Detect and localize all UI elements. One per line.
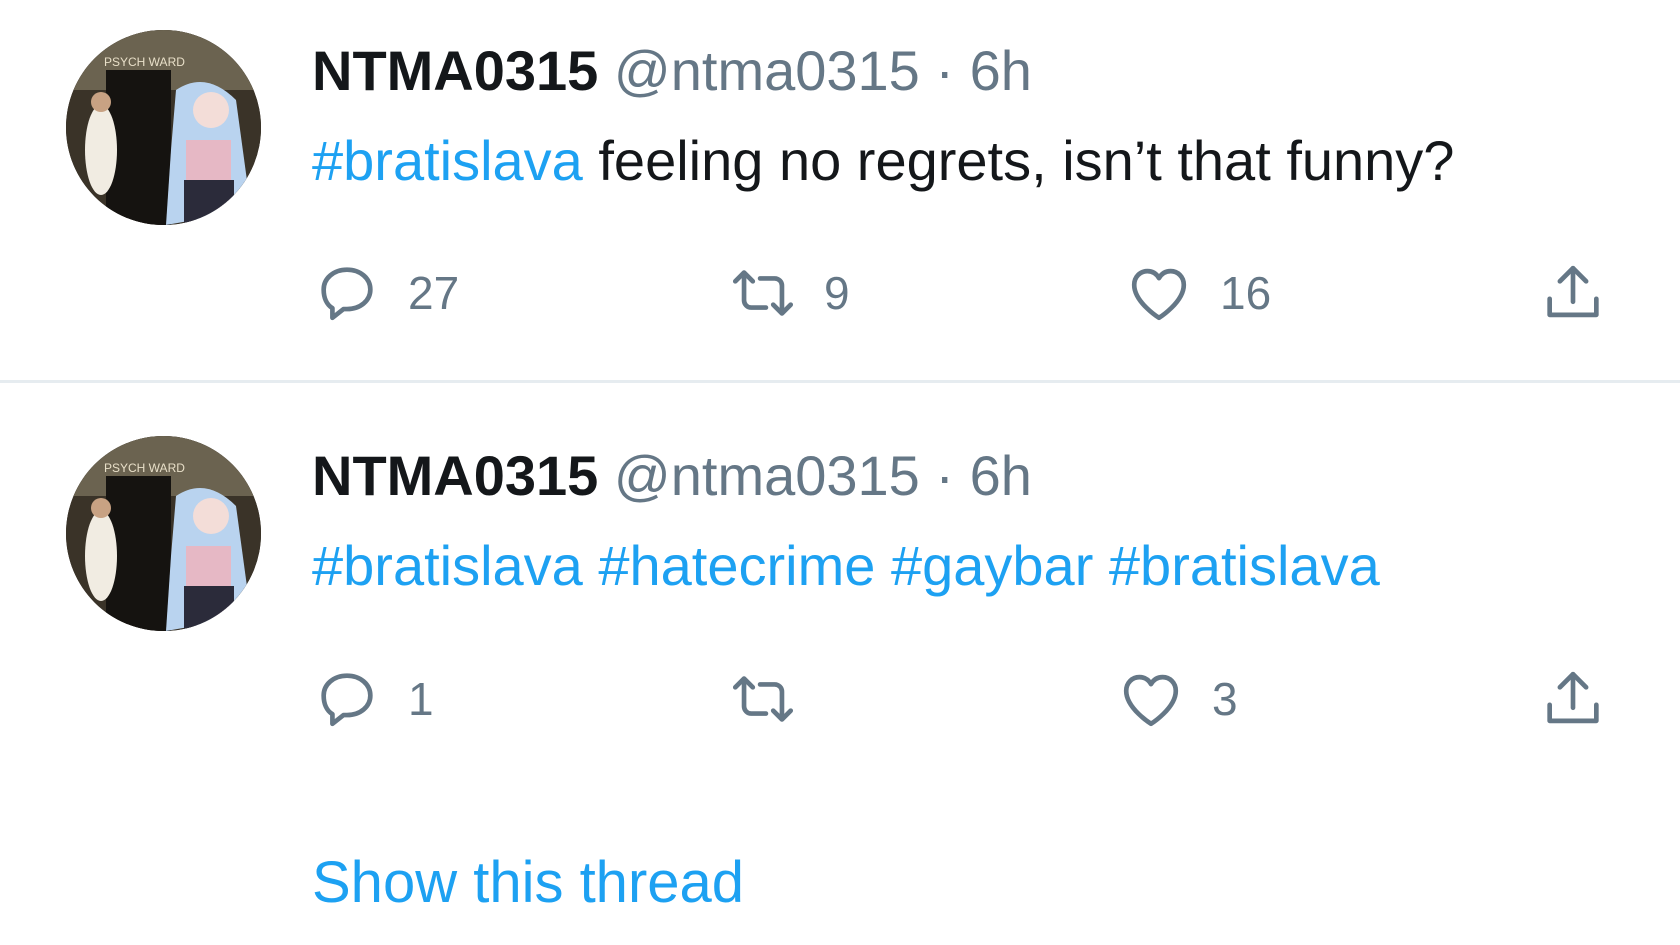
tweet-text: #bratislava feeling no regrets, isn’t th… <box>312 126 1454 196</box>
retweet-button[interactable]: 9 <box>728 258 850 328</box>
show-thread-link[interactable]: Show this thread <box>312 848 744 918</box>
like-icon <box>1124 258 1194 328</box>
share-button[interactable] <box>1538 258 1608 328</box>
tweet-body-text: feeling no regrets, isn’t that funny? <box>582 129 1455 192</box>
separator: · <box>935 444 955 507</box>
like-count: 16 <box>1220 267 1272 319</box>
avatar[interactable]: PSYCH WARD <box>66 436 261 631</box>
hashtag-link[interactable]: #gaybar <box>891 534 1093 597</box>
share-icon <box>1538 258 1608 328</box>
tweet[interactable]: PSYCH WARD NTMA0315 @ntma0315 · 6h #brat… <box>0 384 1680 794</box>
tweet-text: #bratislava #hatecrime #gaybar #bratisla… <box>312 531 1380 601</box>
retweet-icon <box>728 258 798 328</box>
share-button[interactable] <box>1538 664 1608 734</box>
timestamp[interactable]: 6h <box>970 444 1032 507</box>
avatar-sign-text: PSYCH WARD <box>104 55 185 69</box>
share-icon <box>1538 664 1608 734</box>
reply-icon <box>312 258 382 328</box>
like-button[interactable]: 3 <box>1116 664 1238 734</box>
like-icon <box>1116 664 1186 734</box>
hashtag-link[interactable]: #bratislava <box>312 129 583 192</box>
hashtag-link[interactable]: #hatecrime <box>598 534 875 597</box>
user-handle[interactable]: @ntma0315 <box>614 444 920 507</box>
like-count: 3 <box>1212 673 1238 725</box>
tweet-header: NTMA0315 @ntma0315 · 6h <box>312 36 1032 106</box>
avatar-image: PSYCH WARD <box>66 436 261 631</box>
tweet-header: NTMA0315 @ntma0315 · 6h <box>312 441 1032 511</box>
display-name[interactable]: NTMA0315 <box>312 39 598 102</box>
like-button[interactable]: 16 <box>1124 258 1271 328</box>
reply-count: 27 <box>408 267 460 319</box>
reply-count: 1 <box>408 673 434 725</box>
hashtag-link[interactable]: #bratislava <box>1109 534 1380 597</box>
separator: · <box>935 39 955 102</box>
retweet-icon <box>728 664 798 734</box>
reply-button[interactable]: 27 <box>312 258 459 328</box>
retweet-button[interactable] <box>728 664 824 734</box>
avatar-sign-text: PSYCH WARD <box>104 461 185 475</box>
hashtag-link[interactable]: #bratislava <box>312 534 583 597</box>
reply-button[interactable]: 1 <box>312 664 434 734</box>
retweet-count: 9 <box>824 267 850 319</box>
avatar[interactable]: PSYCH WARD <box>66 30 261 225</box>
user-handle[interactable]: @ntma0315 <box>614 39 920 102</box>
tweet-divider <box>0 380 1680 383</box>
reply-icon <box>312 664 382 734</box>
timestamp[interactable]: 6h <box>970 39 1032 102</box>
tweet[interactable]: PSYCH WARD NTMA0315 @ntma0315 · 6h #brat… <box>0 0 1680 382</box>
display-name[interactable]: NTMA0315 <box>312 444 598 507</box>
avatar-image: PSYCH WARD <box>66 30 261 225</box>
